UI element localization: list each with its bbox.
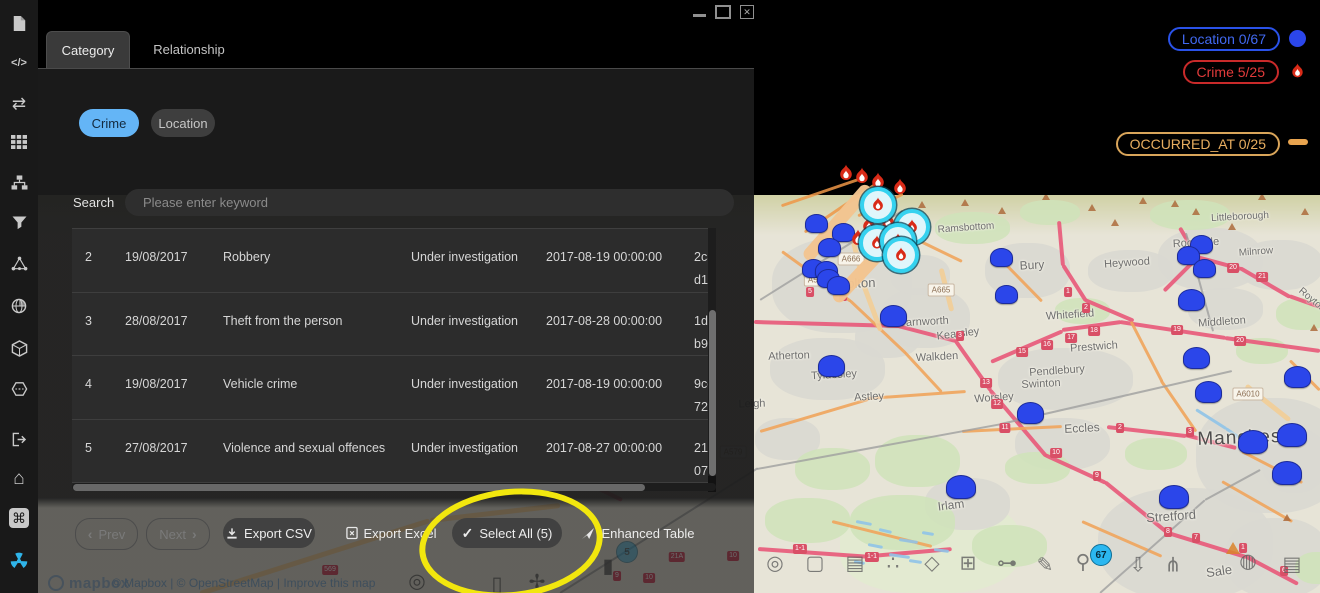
graph-triangle-icon[interactable]	[0, 248, 38, 278]
hexagon-icon[interactable]	[0, 374, 38, 404]
crime-table: 2 19/08/2017 Robbery Under investigation…	[72, 228, 708, 483]
table-grid-icon[interactable]	[0, 127, 38, 157]
sitemap-icon[interactable]	[0, 167, 38, 197]
legend-occurred-at-pill[interactable]: OCCURRED_AT 0/25	[1116, 132, 1280, 156]
table-row[interactable]: 5 27/08/2017 Violence and sexual offence…	[72, 420, 708, 484]
flame-icon	[1289, 63, 1306, 85]
tab-divider	[38, 68, 754, 69]
code-icon[interactable]: </>	[0, 48, 38, 78]
horizontal-scrollbar[interactable]	[72, 483, 716, 491]
vertical-scrollbar[interactable]	[708, 228, 716, 492]
download-icon	[226, 527, 238, 540]
chevron-right-icon: ›	[192, 526, 197, 542]
app-window: RamsbottomBuryHeywoodWhitefieldPrestwich…	[0, 0, 1320, 593]
swap-arrows-icon[interactable]: ⇄	[0, 88, 38, 118]
sign-out-icon[interactable]	[0, 424, 38, 454]
filter-icon[interactable]	[0, 208, 38, 238]
maximize-button[interactable]	[715, 5, 731, 19]
export-excel-button[interactable]: Export Excel	[336, 518, 446, 548]
filter-location-button[interactable]: Location	[151, 109, 215, 137]
graph-legend: Location 0/67 Crime 5/25 OCCURRED_AT 0/2…	[1090, 0, 1320, 170]
legend-crime-pill[interactable]: Crime 5/25	[1183, 60, 1279, 84]
edge-icon	[1288, 139, 1308, 145]
search-input[interactable]	[125, 189, 734, 216]
chevron-left-icon: ‹	[88, 526, 93, 542]
close-button[interactable]: ✕	[740, 5, 754, 19]
circle-icon	[1289, 30, 1306, 47]
window-controls: ✕	[684, 3, 758, 21]
left-toolbar: </> ⇄ ⌂ ⌘	[0, 0, 38, 593]
mapbox-logo-icon	[48, 575, 64, 591]
excel-file-icon	[346, 526, 358, 540]
document-icon[interactable]	[0, 8, 38, 38]
table-row[interactable]: 2 19/08/2017 Robbery Under investigation…	[72, 229, 708, 293]
vertical-scrollbar-thumb[interactable]	[709, 310, 716, 476]
home-icon[interactable]: ⌂	[0, 463, 38, 493]
crime-marker[interactable]	[853, 167, 872, 191]
data-panel: Category Relationship Crime Location Sea…	[38, 0, 754, 593]
enhanced-table-button[interactable]: Enhanced Table	[579, 518, 697, 548]
cube-icon[interactable]	[0, 333, 38, 363]
map-attribution[interactable]: © Mapbox | © OpenStreetMap | Improve thi…	[112, 574, 375, 592]
table-row[interactable]: 3 28/08/2017 Theft from the person Under…	[72, 293, 708, 357]
prev-button[interactable]: ‹ Prev	[75, 518, 138, 550]
tab-relationship[interactable]: Relationship	[134, 31, 244, 68]
legend-location-pill[interactable]: Location 0/67	[1168, 27, 1280, 51]
tab-category[interactable]: Category	[46, 31, 130, 69]
crime-marker[interactable]	[869, 172, 888, 196]
horizontal-scrollbar-thumb[interactable]	[73, 484, 645, 491]
select-all-button[interactable]: ✓ Select All (5)	[452, 518, 562, 548]
search-label: Search	[73, 195, 114, 210]
crime-marker[interactable]	[837, 164, 856, 188]
export-csv-button[interactable]: Export CSV	[223, 518, 315, 548]
filter-crime-button[interactable]: Crime	[79, 109, 139, 137]
radiation-icon[interactable]	[0, 546, 38, 576]
command-icon[interactable]: ⌘	[0, 503, 38, 533]
next-button[interactable]: Next ›	[146, 518, 210, 550]
minimize-button[interactable]	[693, 14, 706, 17]
check-icon: ✓	[462, 525, 474, 542]
paper-plane-icon	[581, 527, 595, 540]
globe-icon[interactable]	[0, 291, 38, 321]
table-row[interactable]: 4 19/08/2017 Vehicle crime Under investi…	[72, 356, 708, 420]
